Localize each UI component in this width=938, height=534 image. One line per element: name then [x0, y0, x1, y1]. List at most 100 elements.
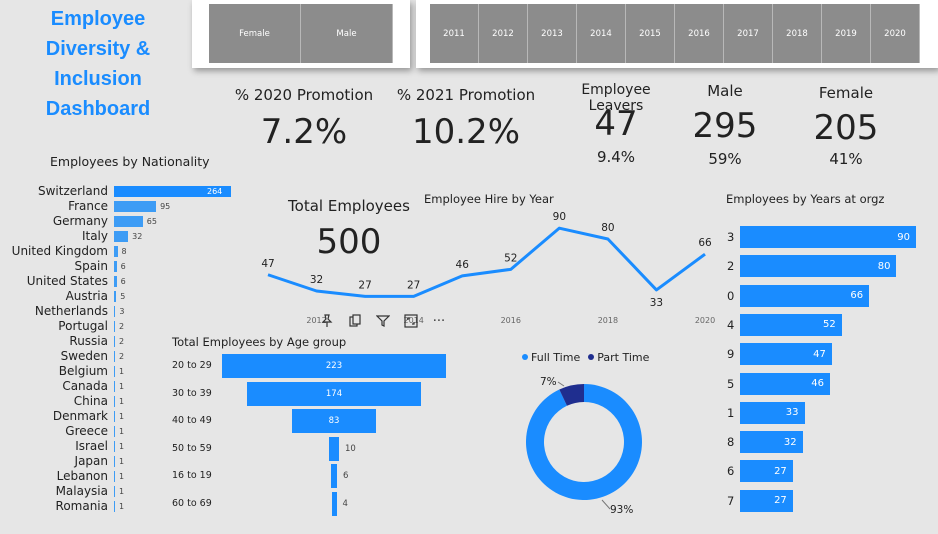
more-icon[interactable]: ··· [428, 310, 450, 332]
age-group-value-label: 83 [328, 416, 340, 426]
nationality-bar[interactable] [114, 456, 115, 467]
years-bar[interactable]: 27 [740, 460, 793, 483]
nationality-value-label: 1 [119, 457, 125, 466]
nationality-bar[interactable] [114, 396, 115, 407]
slicer-option-male[interactable]: Male [301, 4, 393, 63]
nationality-label: Italy [81, 229, 108, 243]
nationality-label: Germany [52, 214, 108, 228]
nationality-label: China [73, 394, 108, 408]
nationality-bar[interactable] [114, 291, 117, 302]
slicer-option-year-2014[interactable]: 2014 [577, 4, 626, 63]
years-bar[interactable]: 52 [740, 313, 842, 336]
nationality-chart-title: Employees by Nationality [50, 154, 210, 169]
slicer-option-year-2020[interactable]: 2020 [871, 4, 920, 63]
nationality-bar[interactable] [114, 501, 115, 512]
nationality-value-label: 1 [119, 367, 125, 376]
nationality-bar[interactable] [114, 231, 129, 242]
nationality-bar[interactable] [114, 246, 118, 257]
male-value: 295 [692, 106, 758, 146]
age-group-bar[interactable] [331, 491, 337, 516]
slicer-option-year-2016[interactable]: 2016 [675, 4, 724, 63]
nationality-label: Japan [74, 454, 108, 468]
nationality-bar[interactable] [114, 306, 116, 317]
leavers-percent: 9.4% [596, 148, 636, 166]
years-bar[interactable]: 90 [740, 226, 916, 248]
nationality-label: Switzerland [38, 184, 108, 198]
hire-data-label: 47 [261, 258, 274, 270]
nationality-bar[interactable] [114, 351, 115, 362]
slicer-option-year-2011[interactable]: 2011 [430, 4, 479, 63]
title-line: Inclusion [54, 68, 142, 90]
years-bar[interactable]: 46 [740, 372, 830, 395]
male-label: Male [707, 82, 743, 100]
years-bar[interactable]: 32 [740, 431, 803, 454]
hire-data-label: 52 [504, 252, 517, 264]
promo2020-value: 7.2% [260, 112, 348, 152]
title-line: Dashboard [45, 98, 151, 120]
nationality-bar[interactable] [114, 366, 115, 377]
years-bar[interactable]: 66 [740, 284, 870, 307]
age-group-chart: 20 to 29 223 30 to 39 174 40 to 49 83 50 to 59… [168, 352, 468, 522]
years-bar[interactable]: 80 [740, 255, 897, 278]
age-group-bar[interactable] [330, 464, 337, 488]
nationality-bar[interactable] [114, 261, 117, 272]
years-bar[interactable]: 33 [740, 401, 805, 424]
nationality-bar[interactable] [114, 426, 115, 437]
years-category-label: 8 [727, 435, 735, 450]
nationality-label: Israel [75, 439, 108, 453]
part-time-value-label: 7% [540, 376, 557, 388]
slicer-option-year-2018[interactable]: 2018 [773, 4, 822, 63]
nationality-value-label: 2 [119, 352, 125, 361]
pin-icon[interactable] [316, 310, 338, 332]
full-time-value-label: 93% [610, 504, 633, 516]
years-bar[interactable]: 47 [740, 343, 832, 366]
title-line: Employee [50, 8, 146, 30]
gender-slicer: Female Male [192, 0, 410, 68]
nationality-bar[interactable] [114, 276, 117, 287]
hire-x-tick: 2020 [695, 316, 715, 325]
age-group-label: 20 to 29 [172, 360, 212, 371]
age-group-label: 16 to 19 [172, 470, 212, 481]
age-group-label: 30 to 39 [172, 387, 212, 399]
slicer-option-female[interactable]: Female [209, 4, 301, 63]
nationality-bar[interactable] [114, 216, 143, 227]
nationality-bar[interactable] [114, 381, 115, 392]
nationality-bar[interactable] [114, 471, 115, 482]
slicer-option-year-2012[interactable]: 2012 [479, 4, 528, 63]
nationality-bar[interactable] [114, 321, 115, 332]
focus-icon[interactable] [400, 310, 422, 332]
nationality-label: Netherlands [34, 304, 108, 318]
nationality-bar[interactable] [114, 336, 115, 347]
years-category-label: 9 [727, 347, 735, 362]
hire-series-line [267, 226, 706, 298]
years-bar[interactable]: 27 [740, 489, 793, 512]
slicer-option-year-2015[interactable]: 2015 [626, 4, 675, 63]
nationality-value-label: 2 [119, 322, 125, 331]
age-group-value-label: 6 [343, 471, 349, 481]
leavers-value: 47 [594, 104, 638, 144]
promo2020-label: % 2020 Promotion [234, 86, 374, 104]
slicer-option-year-2017[interactable]: 2017 [724, 4, 773, 63]
age-group-label: 40 to 49 [172, 415, 212, 426]
nationality-bar[interactable] [114, 486, 115, 497]
nationality-value-label: 6 [120, 262, 126, 271]
nationality-bar[interactable] [114, 201, 157, 212]
age-group-bar[interactable] [328, 436, 339, 461]
hire-data-label: 27 [358, 279, 371, 291]
years-category-label: 1 [727, 405, 735, 420]
hire-chart-title: Employee Hire by Year [424, 192, 554, 206]
nationality-label: Austria [65, 289, 108, 303]
nationality-label: United Kingdom [11, 244, 108, 258]
filter-icon[interactable] [372, 310, 394, 332]
slicer-option-year-2013[interactable]: 2013 [528, 4, 577, 63]
nationality-bar[interactable] [114, 441, 115, 452]
legend-item-part-time[interactable]: Part Time [588, 350, 649, 364]
legend-label: Full Time [531, 350, 581, 364]
slicer-option-year-2019[interactable]: 2019 [822, 4, 871, 63]
nationality-bar[interactable] [114, 411, 115, 422]
nationality-value-label: 1 [119, 397, 125, 406]
legend-item-full-time[interactable]: Full Time [522, 350, 580, 364]
copy-icon[interactable] [344, 310, 366, 332]
leader-line [601, 499, 611, 510]
nationality-value-label: 65 [146, 217, 157, 226]
